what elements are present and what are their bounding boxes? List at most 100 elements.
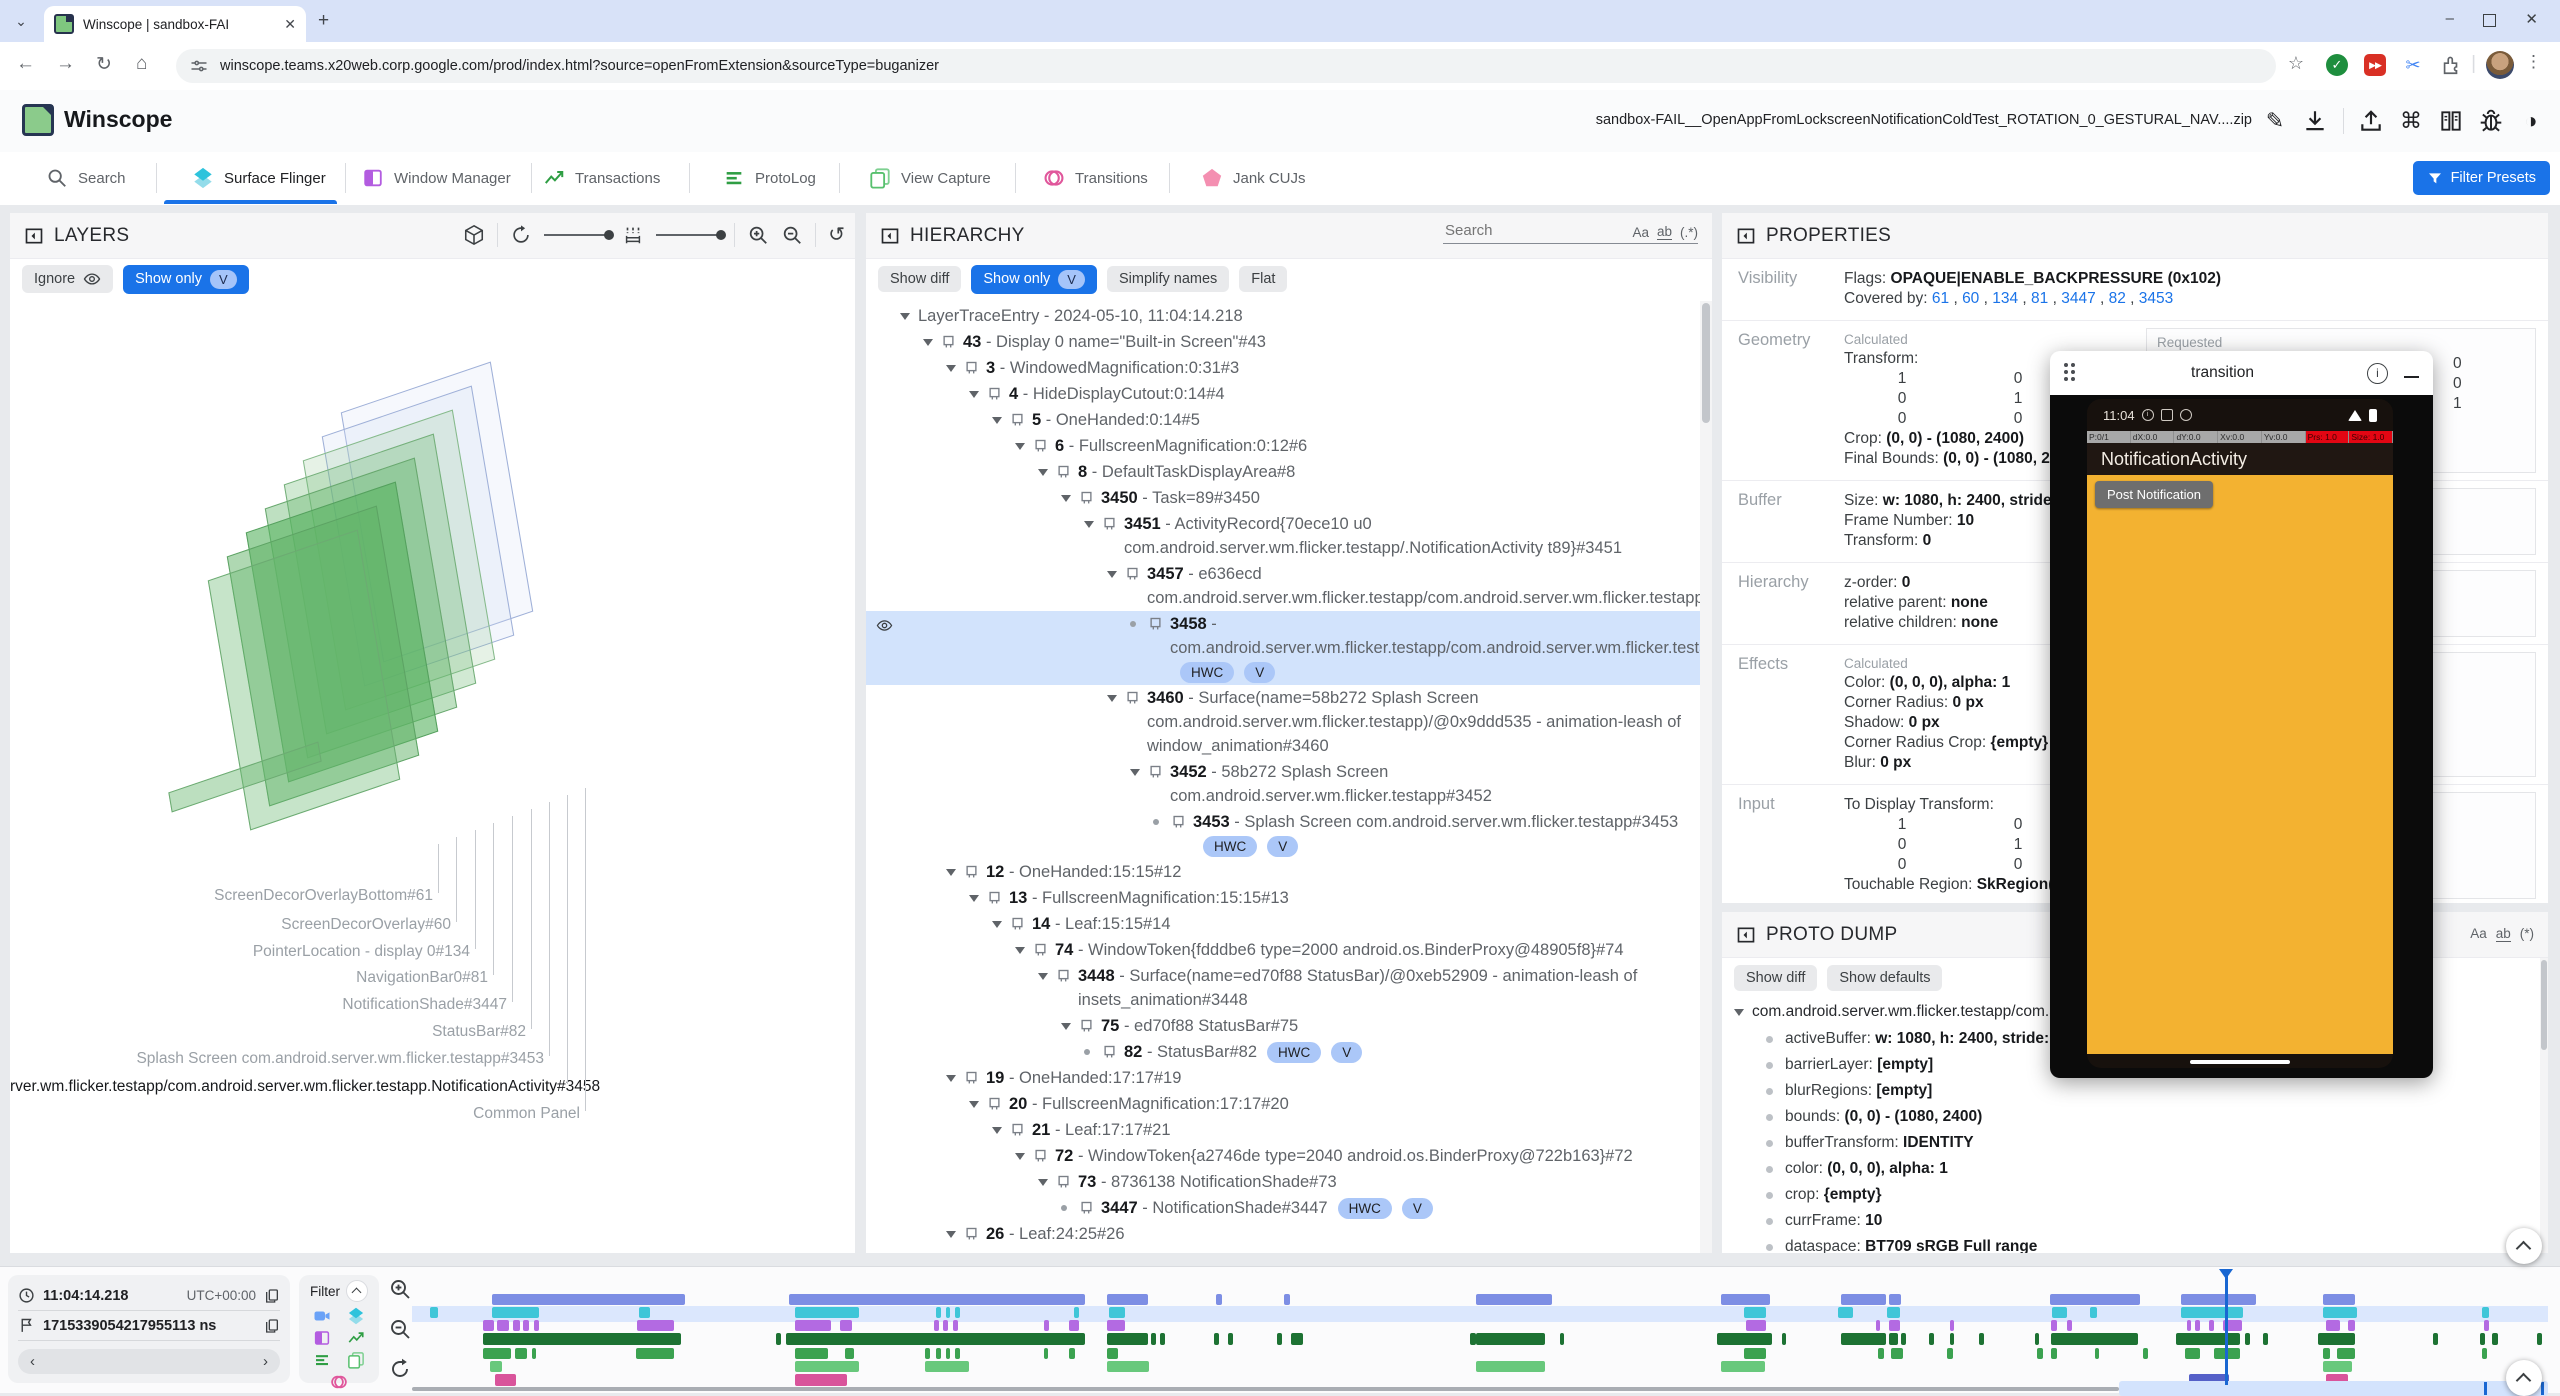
timeline-block-view-capture[interactable] <box>1476 1361 1545 1372</box>
hierarchy-tree-node[interactable]: 13 - FullscreenMagnification:15:15#13 <box>866 885 1700 911</box>
expand-arrow-icon[interactable] <box>992 1127 1010 1134</box>
hierarchy-tree-node[interactable]: 19 - OneHanded:17:17#19 <box>866 1065 1700 1091</box>
eye-icon[interactable] <box>876 617 893 634</box>
expand-arrow-icon[interactable] <box>1038 469 1056 476</box>
collapse-filter-icon[interactable] <box>346 1280 368 1302</box>
timeline-block-window-manager[interactable] <box>513 1320 520 1331</box>
minimize-icon[interactable] <box>2404 376 2419 378</box>
timeline-block-window-manager[interactable] <box>1746 1320 1766 1331</box>
timeline-block-transitions[interactable] <box>495 1374 516 1386</box>
timeline-block-transactions[interactable] <box>1560 1333 1564 1345</box>
timeline-block-protolog[interactable] <box>2323 1348 2330 1359</box>
timeline-block-transactions[interactable] <box>2245 1333 2250 1345</box>
regex-icon[interactable]: (.*) <box>1680 225 1698 240</box>
hierarchy-tree-node[interactable]: 21 - Leaf:17:17#21 <box>866 1117 1700 1143</box>
proto-property-row[interactable]: blurRegions: [empty] <box>1722 1078 2548 1104</box>
match-word-icon[interactable]: ab <box>1657 224 1672 240</box>
reload-icon[interactable]: ↻ <box>96 53 112 76</box>
covered-by-link[interactable]: 61 <box>1932 290 1949 307</box>
hierarchy-tree-node[interactable]: 3448 - Surface(name=ed70f88 StatusBar)/@… <box>866 963 1700 1013</box>
timeline-block-window-manager[interactable] <box>1889 1320 1900 1331</box>
proto-property-row[interactable]: currFrame: 10 <box>1722 1208 2548 1234</box>
theme-toggle-icon[interactable]: ◑ <box>2518 108 2544 134</box>
timeline-block-transactions[interactable] <box>1929 1333 1934 1345</box>
timeline-block-window-manager[interactable] <box>2348 1320 2355 1331</box>
timeline-block-protolog[interactable] <box>1878 1348 1884 1359</box>
transitions-filter-icon[interactable] <box>330 1373 348 1391</box>
layer-label[interactable]: NavigationBar0#81 <box>10 969 488 987</box>
transactions-filter-icon[interactable] <box>347 1329 365 1347</box>
timeline-block-view-capture[interactable] <box>2323 1361 2352 1372</box>
match-case-icon[interactable]: Aa <box>1632 225 1649 240</box>
reset-view-icon[interactable]: ↺ <box>828 224 845 246</box>
timeline-block-transactions[interactable] <box>2263 1333 2268 1345</box>
expand-arrow-icon[interactable] <box>992 921 1010 928</box>
expand-arrow-icon[interactable] <box>1107 571 1125 578</box>
proto-property-row[interactable]: dataspace: BT709 sRGB Full range <box>1722 1234 2548 1253</box>
extensions-puzzle-icon[interactable] <box>2440 54 2462 76</box>
layer-label[interactable]: ScreenDecorOverlay#60 <box>10 916 451 934</box>
timeline-block-window-manager[interactable] <box>637 1320 674 1331</box>
timeline-block-view-capture[interactable] <box>1721 1361 1765 1372</box>
edit-icon[interactable]: ✎ <box>2262 108 2288 134</box>
timeline-block-window-manager[interactable] <box>523 1320 529 1331</box>
proto-property-row[interactable]: bufferTransform: IDENTITY <box>1722 1130 2548 1156</box>
timeline-block-transactions[interactable] <box>2480 1333 2485 1345</box>
timeline-block-window-manager[interactable] <box>483 1320 494 1331</box>
match-case-icon[interactable]: Aa <box>2470 926 2487 942</box>
documentation-icon[interactable] <box>2438 108 2464 134</box>
zoom-in-icon[interactable] <box>388 1277 412 1301</box>
info-icon[interactable]: i <box>2367 363 2388 384</box>
layers-3d-canvas[interactable]: ScreenDecorOverlayBottom#61ScreenDecorOv… <box>10 299 855 1253</box>
extension-scissors-icon[interactable]: ✂ <box>2402 54 2424 76</box>
timeline-block-transactions[interactable] <box>2035 1333 2039 1345</box>
timestamp-human[interactable]: 11:04:14.218 <box>43 1288 179 1304</box>
timeline-block-transactions[interactable] <box>1782 1333 1786 1345</box>
timeline-block-transactions[interactable] <box>2318 1333 2355 1345</box>
timeline-block-protolog[interactable] <box>955 1348 960 1359</box>
hierarchy-tree-node[interactable]: 43 - Display 0 name="Built-in Screen"#43 <box>866 329 1700 355</box>
expand-arrow-icon[interactable] <box>1038 1179 1056 1186</box>
prev-frame-button[interactable]: ‹ <box>30 1353 35 1370</box>
tab-surface-flinger[interactable]: Surface Flinger <box>192 152 326 204</box>
expand-arrow-icon[interactable] <box>1130 769 1148 776</box>
hierarchy-tree-node[interactable]: 73 - 8736138 NotificationShade#73 <box>866 1169 1700 1195</box>
proto-property-row[interactable]: color: (0, 0, 0), alpha: 1 <box>1722 1156 2548 1182</box>
expand-arrow-icon[interactable] <box>969 895 987 902</box>
hierarchy-tree-node[interactable]: 72 - WindowToken{a2746de type=2040 andro… <box>866 1143 1700 1169</box>
hierarchy-tree-node[interactable]: LayerTraceEntry - 2024-05-10, 11:04:14.2… <box>866 303 1700 329</box>
zoom-out-icon[interactable] <box>388 1317 412 1341</box>
timeline-block-surface-flinger[interactable] <box>492 1307 539 1318</box>
timeline-block-transactions[interactable] <box>1901 1333 1906 1345</box>
timeline-block-transactions[interactable] <box>2433 1333 2438 1345</box>
timeline-block-screen-recording[interactable] <box>1841 1294 1886 1305</box>
timeline-block-window-manager[interactable] <box>534 1320 539 1331</box>
expand-arrow-icon[interactable] <box>1015 1153 1033 1160</box>
drag-handle-icon[interactable] <box>2064 363 2078 383</box>
rotation-icon[interactable] <box>510 224 532 246</box>
expand-arrow-icon[interactable] <box>1061 495 1079 502</box>
hierarchy-tree-node[interactable]: 3452 - 58b272 Splash Screen com.android.… <box>866 759 1700 809</box>
timeline-block-transactions[interactable] <box>1979 1333 1984 1345</box>
proto-property-row[interactable]: bounds: (0, 0) - (1080, 2400) <box>1722 1104 2548 1130</box>
covered-by-link[interactable]: 82 <box>2109 290 2126 307</box>
timeline-block-window-manager[interactable] <box>2195 1320 2200 1331</box>
expand-arrow-icon[interactable] <box>946 365 964 372</box>
timeline-block-transactions[interactable] <box>1889 1333 1898 1345</box>
tab-protolog[interactable]: ProtoLog <box>723 152 816 204</box>
show-only-chip[interactable]: Show only V <box>971 265 1097 294</box>
timeline-block-surface-flinger[interactable] <box>2052 1307 2067 1318</box>
timeline-block-protolog[interactable] <box>636 1348 674 1359</box>
timeline-block-window-manager[interactable] <box>497 1320 509 1331</box>
timeline-block-screen-recording[interactable] <box>789 1294 1085 1305</box>
layer-label[interactable]: Common Panel <box>10 1105 580 1123</box>
extension-video-icon[interactable]: ▶▶ <box>2364 54 2386 76</box>
timeline-block-surface-flinger[interactable] <box>639 1307 650 1318</box>
timeline-block-transactions[interactable] <box>1160 1333 1165 1345</box>
hierarchy-tree-node[interactable]: 8 - DefaultTaskDisplayArea#8 <box>866 459 1700 485</box>
home-icon[interactable]: ⌂ <box>136 53 147 75</box>
expand-arrow-icon[interactable] <box>1107 695 1125 702</box>
timeline-block-window-manager[interactable] <box>934 1320 939 1331</box>
zoom-in-icon[interactable] <box>747 224 769 246</box>
surface-flinger-filter-icon[interactable] <box>347 1307 365 1325</box>
